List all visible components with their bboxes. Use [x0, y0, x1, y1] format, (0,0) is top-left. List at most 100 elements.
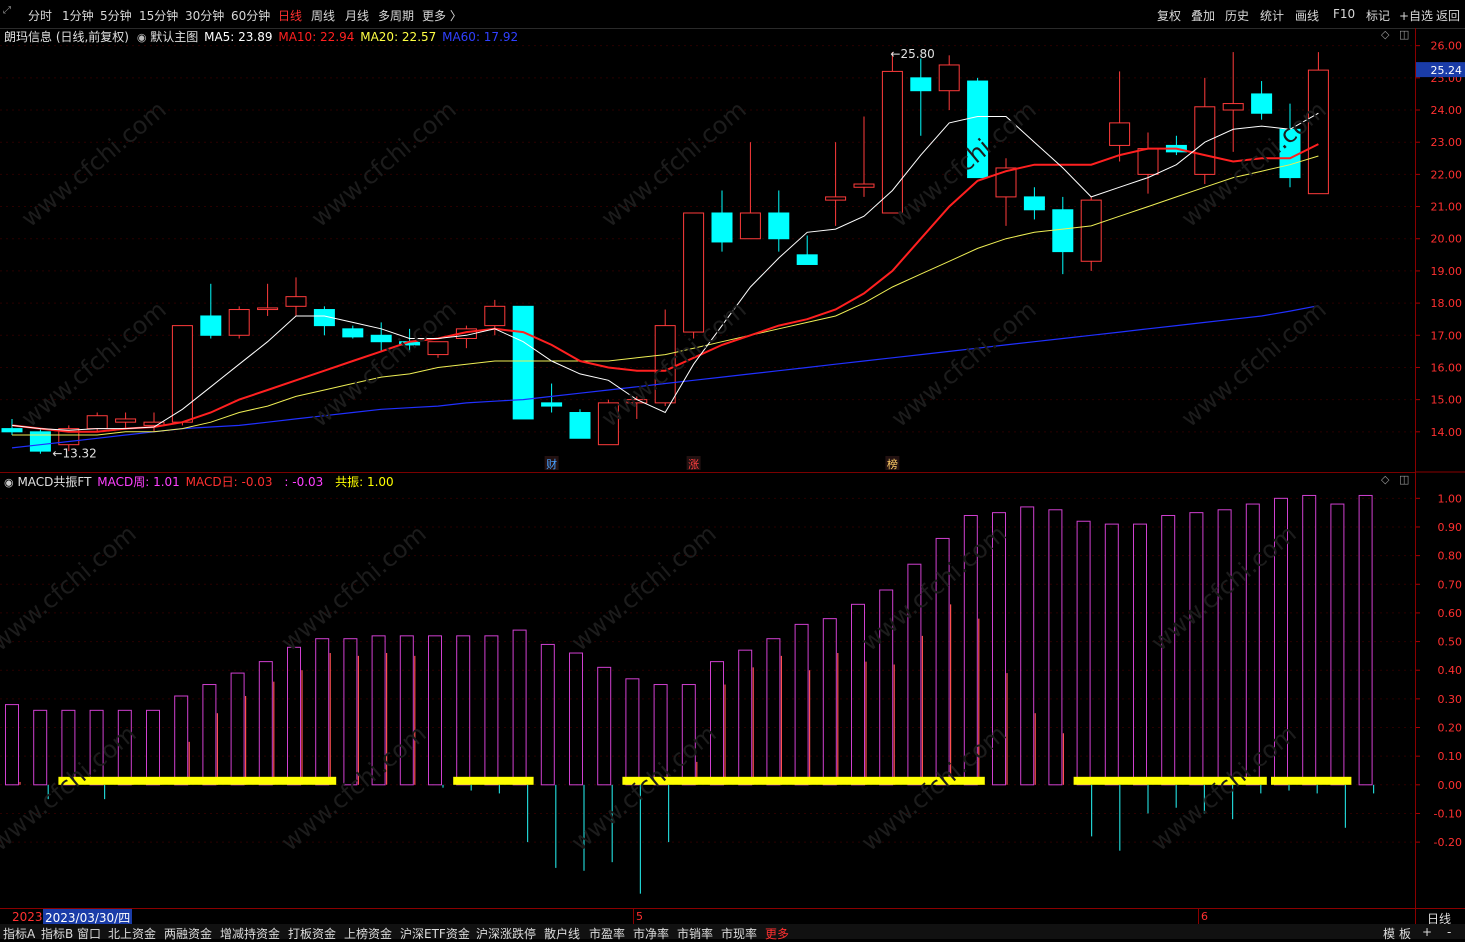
tab-ps[interactable]: 市销率: [677, 925, 713, 942]
macd-tick-label: 0.10: [1438, 750, 1463, 763]
template-button[interactable]: 模: [1383, 925, 1395, 942]
macd-chart[interactable]: www.cfchi.com www.cfchi.com www.cfchi.com w…: [0, 472, 1415, 908]
timeframe-tab[interactable]: 30分钟: [185, 7, 224, 24]
macd-week-bar: [146, 709, 160, 786]
macd-week-bar: [1104, 523, 1119, 786]
watermark: www.cfchi.com: [16, 95, 172, 232]
macd-week-bar: [1358, 494, 1373, 786]
resonance-bar: [453, 776, 534, 785]
candle-body-up: [853, 183, 875, 188]
tab-limit-funds[interactable]: 打板资金: [288, 925, 336, 942]
macd-week-bar: [766, 638, 781, 786]
candlestick-chart[interactable]: ←25.80 ←13.32 财 涨 榜 www.cfchi.com www.cfchi.co…: [0, 28, 1415, 472]
price-axis: 26.00 25.00 24.00 23.00 22.00 21.00 20.00 19.00…: [1415, 28, 1465, 908]
candle-body-down: [1052, 209, 1074, 253]
macd-week-bar: [794, 623, 809, 786]
restore-rights-button[interactable]: 复权: [1157, 7, 1181, 24]
collapse-icon[interactable]: ⤢: [3, 5, 11, 16]
macd-tick-label: 0.50: [1438, 636, 1463, 649]
macd-tick-label: 0.70: [1438, 578, 1463, 591]
macd-tick-label: 0.30: [1438, 693, 1463, 706]
tab-window[interactable]: 窗口: [77, 925, 101, 942]
overlay-button[interactable]: 叠加: [1191, 7, 1215, 24]
tab-indicator-a[interactable]: 指标A: [3, 925, 35, 942]
zoom-in-button[interactable]: +: [1422, 925, 1432, 939]
candle-body-up: [427, 341, 449, 356]
timeframe-tab[interactable]: 周线: [311, 7, 335, 24]
year-label: 2023: [12, 910, 43, 924]
watermark: www.cfchi.com: [0, 519, 142, 656]
macd-tick-label: 0.60: [1438, 607, 1463, 620]
watermark: www.cfchi.com: [856, 519, 1012, 656]
statistics-button[interactable]: 统计: [1260, 7, 1284, 24]
indicator-tab-bar: 指标A 指标B 窗口 北上资金 两融资金 增减持资金 打板资金 上榜资金 沪深E…: [0, 924, 1465, 942]
watermark: www.cfchi.com: [566, 519, 722, 656]
watermark: www.cfchi.com: [16, 295, 172, 432]
tab-pcf[interactable]: 市现率: [721, 925, 757, 942]
candle-body-down: [768, 212, 790, 240]
macd-week-bar: [343, 638, 358, 786]
tab-retail-line[interactable]: 散户线: [544, 925, 580, 942]
price-tick-label: 23.00: [1431, 136, 1463, 149]
macd-week-bar: [202, 684, 217, 786]
timeframe-tab[interactable]: 1分钟: [62, 7, 94, 24]
current-price-label: 25.24: [1431, 64, 1463, 77]
macd-week-bar: [597, 666, 612, 786]
watermark: www.cfchi.com: [276, 719, 432, 856]
template-button[interactable]: 板: [1399, 925, 1411, 942]
add-watchlist-button[interactable]: +自选: [1399, 7, 1433, 24]
draw-line-button[interactable]: 画线: [1295, 7, 1319, 24]
resonance-bar: [58, 776, 337, 785]
candle-body-up: [228, 309, 250, 336]
price-chart-panel[interactable]: 朗玛信息 (日线,前复权) ◉ 默认主图 MA5: 23.89 MA10: 22…: [0, 28, 1415, 473]
back-button[interactable]: 返回: [1436, 7, 1460, 24]
mark-button[interactable]: 标记: [1366, 7, 1390, 24]
candle-body-up: [1222, 103, 1244, 111]
tab-northbound[interactable]: 北上资金: [108, 925, 156, 942]
macd-week-bar: [230, 672, 245, 786]
macd-week-bar: [710, 661, 724, 786]
macd-week-bar: [1189, 512, 1204, 786]
f10-button[interactable]: F10: [1333, 7, 1355, 21]
watermark: www.cfchi.com: [886, 295, 1042, 432]
macd-week-bar: [1048, 509, 1063, 786]
candle-body-down: [342, 328, 364, 338]
tab-limit-updown[interactable]: 沪深涨跌停: [476, 925, 536, 942]
macd-week-bar: [540, 643, 555, 786]
price-tick-label: 14.00: [1431, 426, 1463, 439]
event-marker: 涨: [688, 458, 699, 471]
tab-pe[interactable]: 市盈率: [589, 925, 625, 942]
timeframe-tab[interactable]: 15分钟: [139, 7, 178, 24]
more-dropdown[interactable]: 更多 〉: [422, 7, 462, 24]
watermark: www.cfchi.com: [1176, 295, 1332, 432]
macd-week-bar: [625, 678, 640, 786]
candle-body-down: [569, 412, 591, 439]
history-button[interactable]: 历史: [1225, 7, 1249, 24]
macd-week-bar: [315, 638, 330, 786]
macd-indicator-panel[interactable]: ◉ MACD共振FT MACD周: 1.01 MACD日: -0.03 : -0…: [0, 472, 1415, 908]
candle-body-up: [257, 307, 279, 311]
month-label: 5: [636, 910, 643, 923]
tab-more[interactable]: 更多: [765, 925, 789, 942]
timeframe-tab[interactable]: 60分钟: [231, 7, 270, 24]
macd-week-bar: [1330, 503, 1345, 786]
watermark: www.cfchi.com: [596, 95, 752, 232]
candle-body-up: [881, 70, 903, 214]
macd-tick-label: 0.40: [1438, 664, 1463, 677]
timeframe-tab[interactable]: 多周期: [378, 7, 414, 24]
macd-week-bar: [428, 635, 442, 786]
tab-etf-funds[interactable]: 沪深ETF资金: [400, 925, 470, 942]
tab-board-funds[interactable]: 上榜资金: [344, 925, 392, 942]
tab-holding-change[interactable]: 增减持资金: [220, 925, 280, 942]
timeframe-tab[interactable]: 分时: [28, 7, 52, 24]
zoom-out-button[interactable]: -: [1447, 925, 1451, 939]
macd-tick-label: 1.00: [1438, 492, 1463, 505]
timeframe-tab-active[interactable]: 日线: [278, 7, 302, 24]
macd-tick-label: 0.80: [1438, 550, 1463, 563]
tab-margin[interactable]: 两融资金: [164, 925, 212, 942]
tab-pb[interactable]: 市净率: [633, 925, 669, 942]
tab-indicator-b[interactable]: 指标B: [41, 925, 73, 942]
timeframe-tab[interactable]: 月线: [345, 7, 369, 24]
watermark: www.cfchi.com: [566, 719, 722, 856]
timeframe-tab[interactable]: 5分钟: [100, 7, 132, 24]
